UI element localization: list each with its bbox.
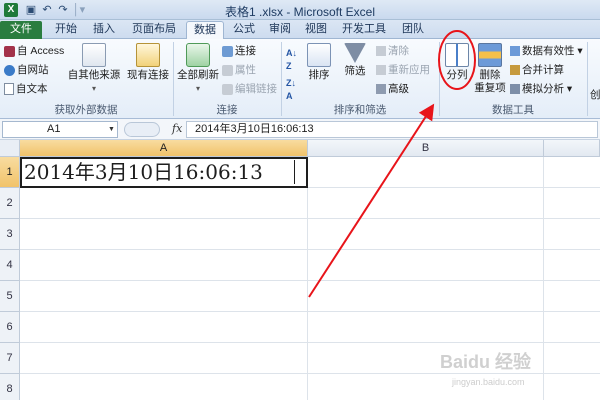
row-header-1[interactable]: 1 — [0, 157, 20, 188]
group-label-sort-filter: 排序和筛选 — [333, 104, 387, 116]
tab-developer[interactable]: 开发工具 — [336, 21, 392, 39]
tab-team[interactable]: 团队 — [396, 21, 430, 39]
group-separator — [587, 42, 588, 116]
name-box-dropdown-icon[interactable]: ▼ — [108, 126, 115, 133]
grid-line — [20, 311, 600, 312]
other-sources-icon — [82, 43, 106, 67]
sort-za-icon[interactable]: Z↓ A — [286, 77, 296, 103]
outline-group-partial[interactable]: 创 — [590, 89, 600, 102]
consolidate-icon — [510, 65, 520, 76]
formula-bar: A1 ▼ fx 2014年3月10日16:06:13 — [0, 119, 600, 140]
insert-function-icon[interactable]: fx — [172, 122, 182, 135]
column-header-a[interactable]: A — [20, 140, 308, 157]
grid-line — [543, 157, 544, 400]
filter-icon — [344, 43, 366, 63]
grid-line — [20, 249, 600, 250]
grid-line — [307, 157, 308, 400]
from-text-button[interactable]: 自文本 — [4, 83, 48, 96]
advanced-button[interactable]: 高级 — [376, 83, 409, 96]
clear-button[interactable]: 清除 — [376, 45, 409, 58]
sort-button[interactable]: 排序 — [304, 43, 334, 82]
watermark-url: jingyan.baidu.com — [452, 377, 525, 387]
name-box[interactable]: A1 — [2, 121, 118, 138]
sort-az-icon[interactable]: A↓ Z — [286, 47, 297, 73]
column-header-c[interactable] — [544, 140, 600, 157]
text-to-columns-icon — [445, 43, 469, 67]
from-access-button[interactable]: 自 Access — [4, 45, 64, 58]
filter-button[interactable]: 筛选 — [340, 43, 370, 78]
tab-review[interactable]: 审阅 — [264, 21, 296, 39]
select-all-corner[interactable] — [0, 140, 20, 157]
what-if-icon — [510, 84, 520, 95]
row-header-4[interactable]: 4 — [0, 250, 20, 281]
grid-line — [20, 218, 600, 219]
watermark-logo: Baidu 经验 — [440, 352, 532, 372]
formula-expand-control[interactable] — [124, 122, 160, 137]
dropdown-arrow-icon: ▾ — [91, 84, 96, 93]
remove-duplicates-icon — [478, 43, 502, 67]
refresh-all-button[interactable]: 全部刷新 ▾ — [176, 43, 220, 95]
data-validation-icon — [510, 46, 520, 57]
column-header-b[interactable]: B — [308, 140, 544, 157]
row-header-5[interactable]: 5 — [0, 281, 20, 312]
reapply-button[interactable]: 重新应用 — [376, 64, 430, 77]
tab-home[interactable]: 开始 — [48, 21, 84, 39]
other-sources-button[interactable]: 自其他来源 ▾ — [66, 43, 122, 95]
group-label-get-external: 获取外部数据 — [54, 104, 118, 116]
tab-data[interactable]: 数据 — [186, 21, 224, 40]
row-header-2[interactable]: 2 — [0, 188, 20, 219]
row-header-7[interactable]: 7 — [0, 343, 20, 374]
remove-duplicates-button[interactable]: 删除 重复项 — [474, 43, 506, 95]
connections-icon — [222, 45, 233, 57]
ribbon-tabs: 文件 开始 插入 页面布局 数据 公式 审阅 视图 开发工具 团队 — [0, 20, 600, 40]
group-label-connections: 连接 — [216, 104, 238, 116]
text-to-columns-button[interactable]: 分列 — [442, 43, 472, 82]
dropdown-arrow-icon: ▾ — [195, 84, 200, 93]
connections-button[interactable]: 连接 — [222, 45, 256, 58]
tab-page-layout[interactable]: 页面布局 — [126, 21, 182, 39]
advanced-filter-icon — [376, 84, 386, 95]
edit-cursor — [294, 160, 295, 184]
sort-icon — [307, 43, 331, 67]
edit-links-button[interactable]: 编辑链接 — [222, 83, 277, 96]
tab-formulas[interactable]: 公式 — [226, 21, 262, 39]
window-title: 表格1 .xlsx - Microsoft Excel — [224, 5, 376, 19]
row-header-3[interactable]: 3 — [0, 219, 20, 250]
grid-line — [20, 342, 600, 343]
access-icon — [4, 45, 15, 57]
properties-button[interactable]: 属性 — [222, 64, 256, 77]
tab-insert[interactable]: 插入 — [86, 21, 122, 39]
cell-a1[interactable]: 2014年3月10日16:06:13 — [20, 157, 308, 188]
refresh-icon — [186, 43, 210, 67]
text-file-icon — [4, 83, 14, 96]
existing-connections-button[interactable]: 现有连接 — [124, 43, 172, 82]
what-if-analysis-button[interactable]: 模拟分析 ▾ — [510, 83, 572, 96]
grid-line — [20, 280, 600, 281]
properties-icon — [222, 64, 233, 76]
reapply-icon — [376, 65, 386, 76]
edit-links-icon — [222, 83, 233, 95]
clear-icon — [376, 46, 386, 57]
web-icon — [4, 64, 15, 76]
tab-file[interactable]: 文件 — [0, 21, 42, 39]
tab-view[interactable]: 视图 — [300, 21, 332, 39]
data-validation-button[interactable]: 数据有效性 ▾ — [510, 45, 583, 58]
group-label-data-tools: 数据工具 — [492, 104, 534, 116]
ribbon: 自 Access 自网站 自文本 自其他来源 ▾ 现有连接 获取外部数据 全部刷… — [0, 39, 600, 119]
consolidate-button[interactable]: 合并计算 — [510, 64, 564, 77]
title-bar: X ▣ ↶ ↷ │▾ 表格1 .xlsx - Microsoft Excel — [0, 0, 600, 20]
existing-connections-icon — [136, 43, 160, 67]
formula-input[interactable]: 2014年3月10日16:06:13 — [186, 121, 598, 138]
row-header-8[interactable]: 8 — [0, 374, 20, 400]
row-header-6[interactable]: 6 — [0, 312, 20, 343]
from-web-button[interactable]: 自网站 — [4, 64, 49, 77]
